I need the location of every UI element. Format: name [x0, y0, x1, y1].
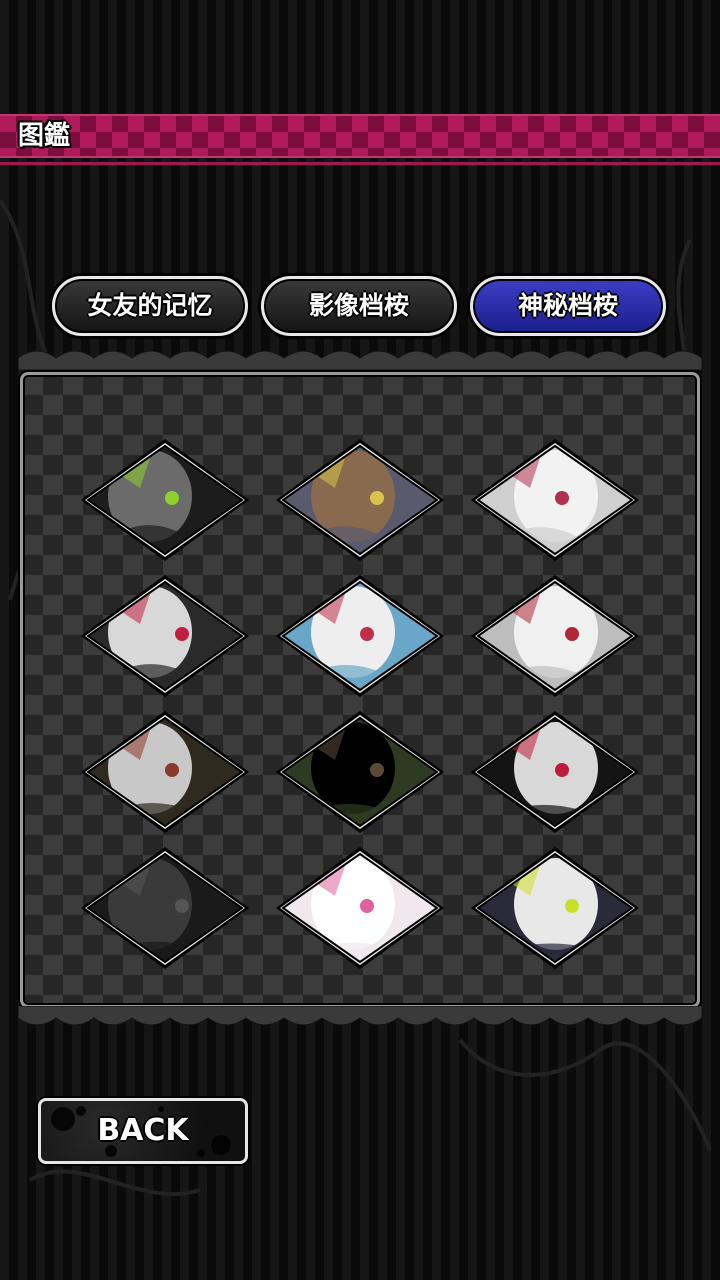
gallery-item-9[interactable]	[470, 710, 640, 834]
gallery-thumbnail	[276, 847, 444, 969]
gallery-item-6[interactable]	[470, 574, 640, 698]
gallery-thumbnail	[471, 439, 639, 561]
gallery-thumbnail	[471, 847, 639, 969]
gallery-thumbnail	[81, 847, 249, 969]
gallery-item-12[interactable]	[470, 846, 640, 970]
gallery-item-10[interactable]	[80, 846, 250, 970]
gallery-thumbnail	[81, 711, 249, 833]
gallery-thumbnail	[276, 439, 444, 561]
gallery-item-4[interactable]	[80, 574, 250, 698]
gallery-item-5[interactable]	[275, 574, 445, 698]
gallery-item-1[interactable]	[80, 438, 250, 562]
gallery-thumbnail	[81, 439, 249, 561]
header-band	[0, 114, 720, 158]
page-title: 图鑑	[18, 121, 71, 151]
panel-lace-bottom	[18, 1006, 702, 1026]
gallery-thumbnail	[81, 575, 249, 697]
gallery-item-8[interactable]	[275, 710, 445, 834]
gallery-thumbnail	[471, 575, 639, 697]
back-button-label: BACK	[97, 1113, 189, 1148]
panel-lace-top	[18, 350, 702, 370]
gallery-item-11[interactable]	[275, 846, 445, 970]
gallery-thumbnail	[471, 711, 639, 833]
gallery-item-2[interactable]	[275, 438, 445, 562]
header-divider	[0, 162, 720, 165]
tab-video-archive[interactable]: 影像档桉	[261, 276, 457, 336]
tab-girlfriend-memories[interactable]: 女友的记忆	[52, 276, 248, 336]
gallery-thumbnail	[276, 711, 444, 833]
back-button[interactable]: BACK	[38, 1098, 248, 1164]
gallery-thumbnail	[276, 575, 444, 697]
gallery-item-7[interactable]	[80, 710, 250, 834]
tab-mystery-archive[interactable]: 神秘档桉	[470, 276, 666, 336]
gallery-item-3[interactable]	[470, 438, 640, 562]
